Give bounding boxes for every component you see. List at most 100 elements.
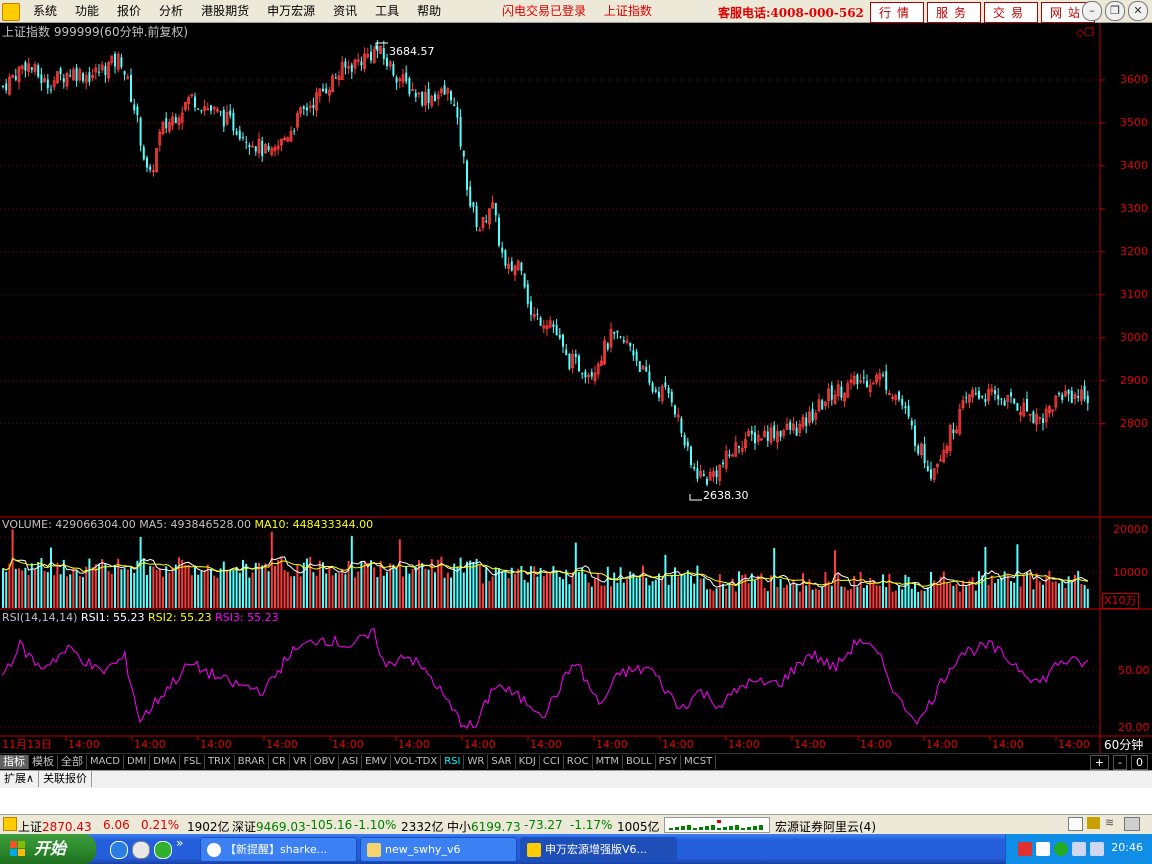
volume-bar	[1019, 586, 1022, 608]
minimize-icon[interactable]: –	[1082, 1, 1102, 21]
remove-window-button[interactable]: -	[1113, 755, 1127, 770]
volume-bar	[562, 579, 564, 608]
volume-bar	[632, 573, 635, 608]
volume-bar	[376, 577, 379, 608]
service-button[interactable]: 服务	[927, 2, 982, 23]
volume-bar	[251, 572, 254, 608]
server-name[interactable]: 宏源证券阿里云(4)	[775, 818, 876, 835]
trade-login-status[interactable]: 闪电交易已登录	[502, 4, 586, 18]
top-buttons: 行情 服务 交易 网站	[870, 2, 1096, 23]
start-button[interactable]: 开始	[0, 834, 96, 864]
tab-trix[interactable]: TRIX	[205, 755, 235, 769]
volume-bar	[216, 577, 219, 608]
volume-bar	[456, 566, 459, 608]
tab-fsl[interactable]: FSL	[180, 755, 205, 769]
menu-item-news[interactable]: 资讯	[324, 3, 366, 19]
tab-asi[interactable]: ASI	[339, 755, 363, 769]
task-folder[interactable]: new_swhy_v6	[360, 837, 517, 862]
trade-button[interactable]: 交易	[984, 2, 1039, 23]
browser-icon[interactable]	[132, 841, 150, 859]
candle-body	[638, 361, 641, 372]
tab-mtm[interactable]: MTM	[593, 755, 623, 769]
extension-toggle[interactable]: 扩展∧	[0, 771, 40, 787]
tab-boll[interactable]: BOLL	[623, 755, 656, 769]
volume-bar	[517, 568, 520, 608]
tab-mcst[interactable]: MCST	[681, 755, 717, 769]
tab-psy[interactable]: PSY	[656, 755, 682, 769]
volume-bar	[1013, 582, 1016, 608]
menu-item-swhy[interactable]: 申万宏源	[258, 3, 324, 19]
tab-emv[interactable]: EMV	[362, 755, 391, 769]
restore-icon[interactable]: ❐	[1105, 1, 1125, 21]
ie-icon[interactable]	[110, 841, 128, 859]
tab-brar[interactable]: BRAR	[235, 755, 269, 769]
tab-indicator[interactable]: 指标	[0, 755, 29, 769]
tab-macd[interactable]: MACD	[87, 755, 124, 769]
quotes-button[interactable]: 行情	[870, 2, 925, 23]
tab-template[interactable]: 模板	[29, 755, 58, 769]
tab-vol-tdx[interactable]: VOL-TDX	[391, 755, 442, 769]
candle-body	[658, 391, 660, 398]
monitor-icon[interactable]	[1124, 817, 1140, 831]
volume-bar	[1029, 572, 1032, 608]
volume-bar	[709, 588, 712, 608]
quicklaunch-more-icon[interactable]: »	[176, 836, 192, 852]
clock[interactable]: 20:46	[1111, 841, 1143, 854]
lock-icon[interactable]	[3, 817, 17, 831]
volume-bar	[498, 567, 500, 608]
close-icon[interactable]: ✕	[1128, 1, 1148, 21]
candle-body	[1013, 398, 1016, 404]
tab-dma[interactable]: DMA	[150, 755, 181, 769]
signal-icon[interactable]: ≋	[1105, 816, 1114, 829]
tab-all[interactable]: 全部	[58, 755, 87, 769]
volume-bar	[466, 561, 468, 608]
candle-body	[200, 110, 203, 112]
volume-bar	[539, 567, 542, 608]
tab-kdj[interactable]: KDJ	[516, 755, 540, 769]
menu-item-analysis[interactable]: 分析	[150, 3, 192, 19]
tray-app-icon[interactable]	[1018, 842, 1032, 856]
tab-sar[interactable]: SAR	[488, 755, 516, 769]
reset-window-button[interactable]: 0	[1131, 755, 1148, 770]
tray-volume-icon[interactable]	[1090, 842, 1104, 856]
panel-icon[interactable]	[1068, 817, 1083, 831]
candle-body	[750, 430, 753, 435]
period-label[interactable]: 60分钟	[1104, 738, 1143, 752]
tray-network-icon[interactable]	[1036, 842, 1050, 856]
candle-body	[165, 118, 168, 129]
volume-bar	[981, 575, 984, 608]
volume-bar	[21, 570, 24, 608]
chart-canvas[interactable]	[0, 23, 1152, 753]
menu-item-function[interactable]: 功能	[66, 3, 108, 19]
tab-rsi[interactable]: RSI	[441, 755, 465, 769]
tab-wr[interactable]: WR	[464, 755, 489, 769]
task-forum[interactable]: 【新提醒】sharke...	[200, 837, 357, 862]
candle-body	[370, 51, 372, 61]
tab-roc[interactable]: ROC	[564, 755, 593, 769]
tab-vr[interactable]: VR	[290, 755, 311, 769]
chart-expand-icon[interactable]: ◇❐	[1076, 26, 1094, 40]
volume-bar	[133, 572, 136, 608]
tray-shield-icon[interactable]	[1072, 842, 1086, 856]
menu-item-quote[interactable]: 报价	[108, 3, 150, 19]
current-security-link[interactable]: 上证指数	[604, 4, 652, 18]
tab-dmi[interactable]: DMI	[124, 755, 151, 769]
related-quotes-tab[interactable]: 关联报价	[39, 771, 93, 787]
volume-bar	[702, 578, 705, 608]
360-icon[interactable]	[154, 841, 172, 859]
grid-icon[interactable]	[1087, 817, 1100, 829]
menu-item-help[interactable]: 帮助	[408, 3, 450, 19]
menu-item-system[interactable]: 系统	[24, 3, 66, 19]
menu-item-hk-futures[interactable]: 港股期货	[192, 3, 258, 19]
candle-body	[24, 62, 27, 71]
tab-cr[interactable]: CR	[269, 755, 290, 769]
max-price-label: 3684.57	[389, 45, 435, 58]
menu-item-tools[interactable]: 工具	[366, 3, 408, 19]
candle-body	[754, 432, 756, 444]
chart-area[interactable]: 上证指数 999999(60分钟.前复权) ◇❐ 3684.57 2638.30…	[0, 23, 1152, 753]
task-trading-app[interactable]: 申万宏源增强版V6...	[520, 837, 677, 862]
tab-obv[interactable]: OBV	[311, 755, 339, 769]
add-window-button[interactable]: +	[1089, 755, 1110, 770]
tab-cci[interactable]: CCI	[540, 755, 564, 769]
tray-security-icon[interactable]	[1054, 842, 1068, 856]
